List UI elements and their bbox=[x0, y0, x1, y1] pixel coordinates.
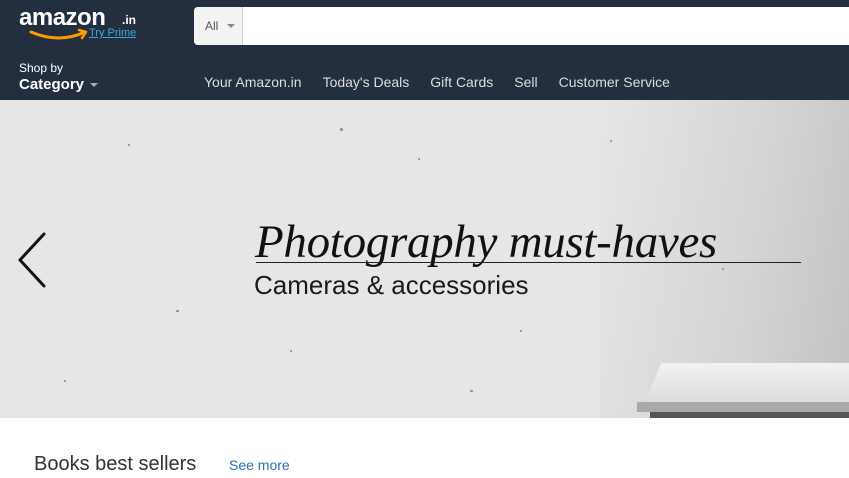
try-prime-link[interactable]: Try Prime bbox=[89, 27, 136, 39]
texture-speck bbox=[128, 144, 130, 146]
texture-speck bbox=[722, 268, 724, 270]
see-more-link[interactable]: See more bbox=[229, 456, 290, 474]
search-input[interactable] bbox=[243, 7, 849, 45]
category-label: Category bbox=[19, 76, 85, 93]
texture-speck bbox=[64, 380, 66, 382]
nav-link-your-amazon[interactable]: Your Amazon.in bbox=[204, 73, 302, 91]
texture-speck bbox=[470, 390, 473, 392]
caret-down-icon bbox=[227, 24, 235, 28]
shelf-shadow bbox=[650, 412, 849, 418]
shelf-edge bbox=[637, 402, 849, 412]
nav-link-sell[interactable]: Sell bbox=[514, 73, 537, 91]
texture-speck bbox=[610, 140, 612, 142]
top-nav-bar: amazon .in Try Prime All Shop by Categor… bbox=[0, 0, 849, 100]
texture-speck bbox=[418, 158, 420, 160]
section-title-books-best-sellers: Books best sellers bbox=[34, 453, 197, 475]
texture-speck bbox=[176, 310, 179, 312]
shop-by-label: Shop by bbox=[19, 61, 64, 75]
nav-link-gift-cards[interactable]: Gift Cards bbox=[430, 73, 493, 91]
search-department-dropdown[interactable]: All bbox=[194, 7, 243, 45]
logo-tld: .in bbox=[122, 13, 136, 27]
amazon-logo[interactable]: amazon .in Try Prime bbox=[19, 6, 149, 46]
nav-links: Your Amazon.in Today's Deals Gift Cards … bbox=[204, 73, 670, 91]
chevron-left-icon[interactable] bbox=[14, 230, 50, 290]
search-bar: All bbox=[194, 7, 849, 45]
nav-link-customer-service[interactable]: Customer Service bbox=[559, 73, 670, 91]
shelf-image bbox=[645, 363, 849, 403]
hero-title: Photography must-haves bbox=[255, 216, 718, 268]
hero-title-underline bbox=[256, 262, 801, 263]
search-department-label: All bbox=[205, 19, 219, 33]
shop-by-category-menu[interactable]: Shop by Category bbox=[19, 62, 109, 94]
hero-banner[interactable]: Photography must-haves Cameras & accesso… bbox=[0, 100, 849, 418]
hero-subtitle: Cameras & accessories bbox=[254, 270, 529, 300]
texture-speck bbox=[340, 128, 343, 131]
texture-speck bbox=[290, 350, 292, 352]
nav-link-todays-deals[interactable]: Today's Deals bbox=[323, 73, 410, 91]
texture-speck bbox=[520, 330, 522, 332]
smile-arrow-icon bbox=[29, 28, 88, 40]
caret-down-icon bbox=[90, 83, 98, 87]
